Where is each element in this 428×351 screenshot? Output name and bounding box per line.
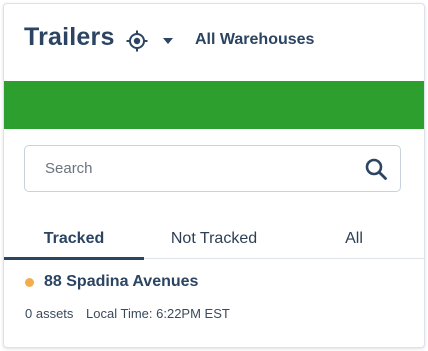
tab-all[interactable]: All — [284, 218, 424, 259]
panel-header: Trailers All Warehouses — [4, 4, 424, 80]
caret-down-icon — [163, 38, 173, 44]
asset-count: 0 assets — [25, 306, 74, 321]
search-input[interactable] — [25, 146, 355, 191]
status-bar — [4, 81, 424, 129]
tab-all-label: All — [345, 229, 363, 247]
location-name: 88 Spadina Avenues — [44, 273, 199, 290]
page-title: Trailers — [24, 23, 115, 51]
local-time: Local Time: 6:22PM EST — [86, 306, 230, 321]
warehouse-selector[interactable]: All Warehouses — [195, 31, 314, 49]
tab-not-tracked[interactable]: Not Tracked — [144, 218, 284, 259]
tab-tracked[interactable]: Tracked — [4, 218, 144, 260]
search-box — [24, 145, 401, 192]
list-item[interactable]: 88 Spadina Avenues 0 assets Local Time: … — [4, 260, 424, 328]
trailers-panel: Trailers All Warehouses Search Tracked N… — [3, 3, 425, 348]
location-meta: 0 assets Local Time: 6:22PM EST — [25, 306, 230, 321]
search-icon[interactable] — [364, 157, 388, 181]
tab-not-tracked-label: Not Tracked — [170, 229, 258, 247]
tab-tracked-label: Tracked — [43, 229, 105, 247]
warehouse-dropdown-toggle[interactable] — [161, 34, 175, 48]
status-dot — [25, 278, 34, 287]
tab-bar: Tracked Not Tracked All — [4, 218, 424, 260]
locate-button[interactable] — [124, 28, 150, 54]
crosshair-icon — [126, 30, 148, 52]
